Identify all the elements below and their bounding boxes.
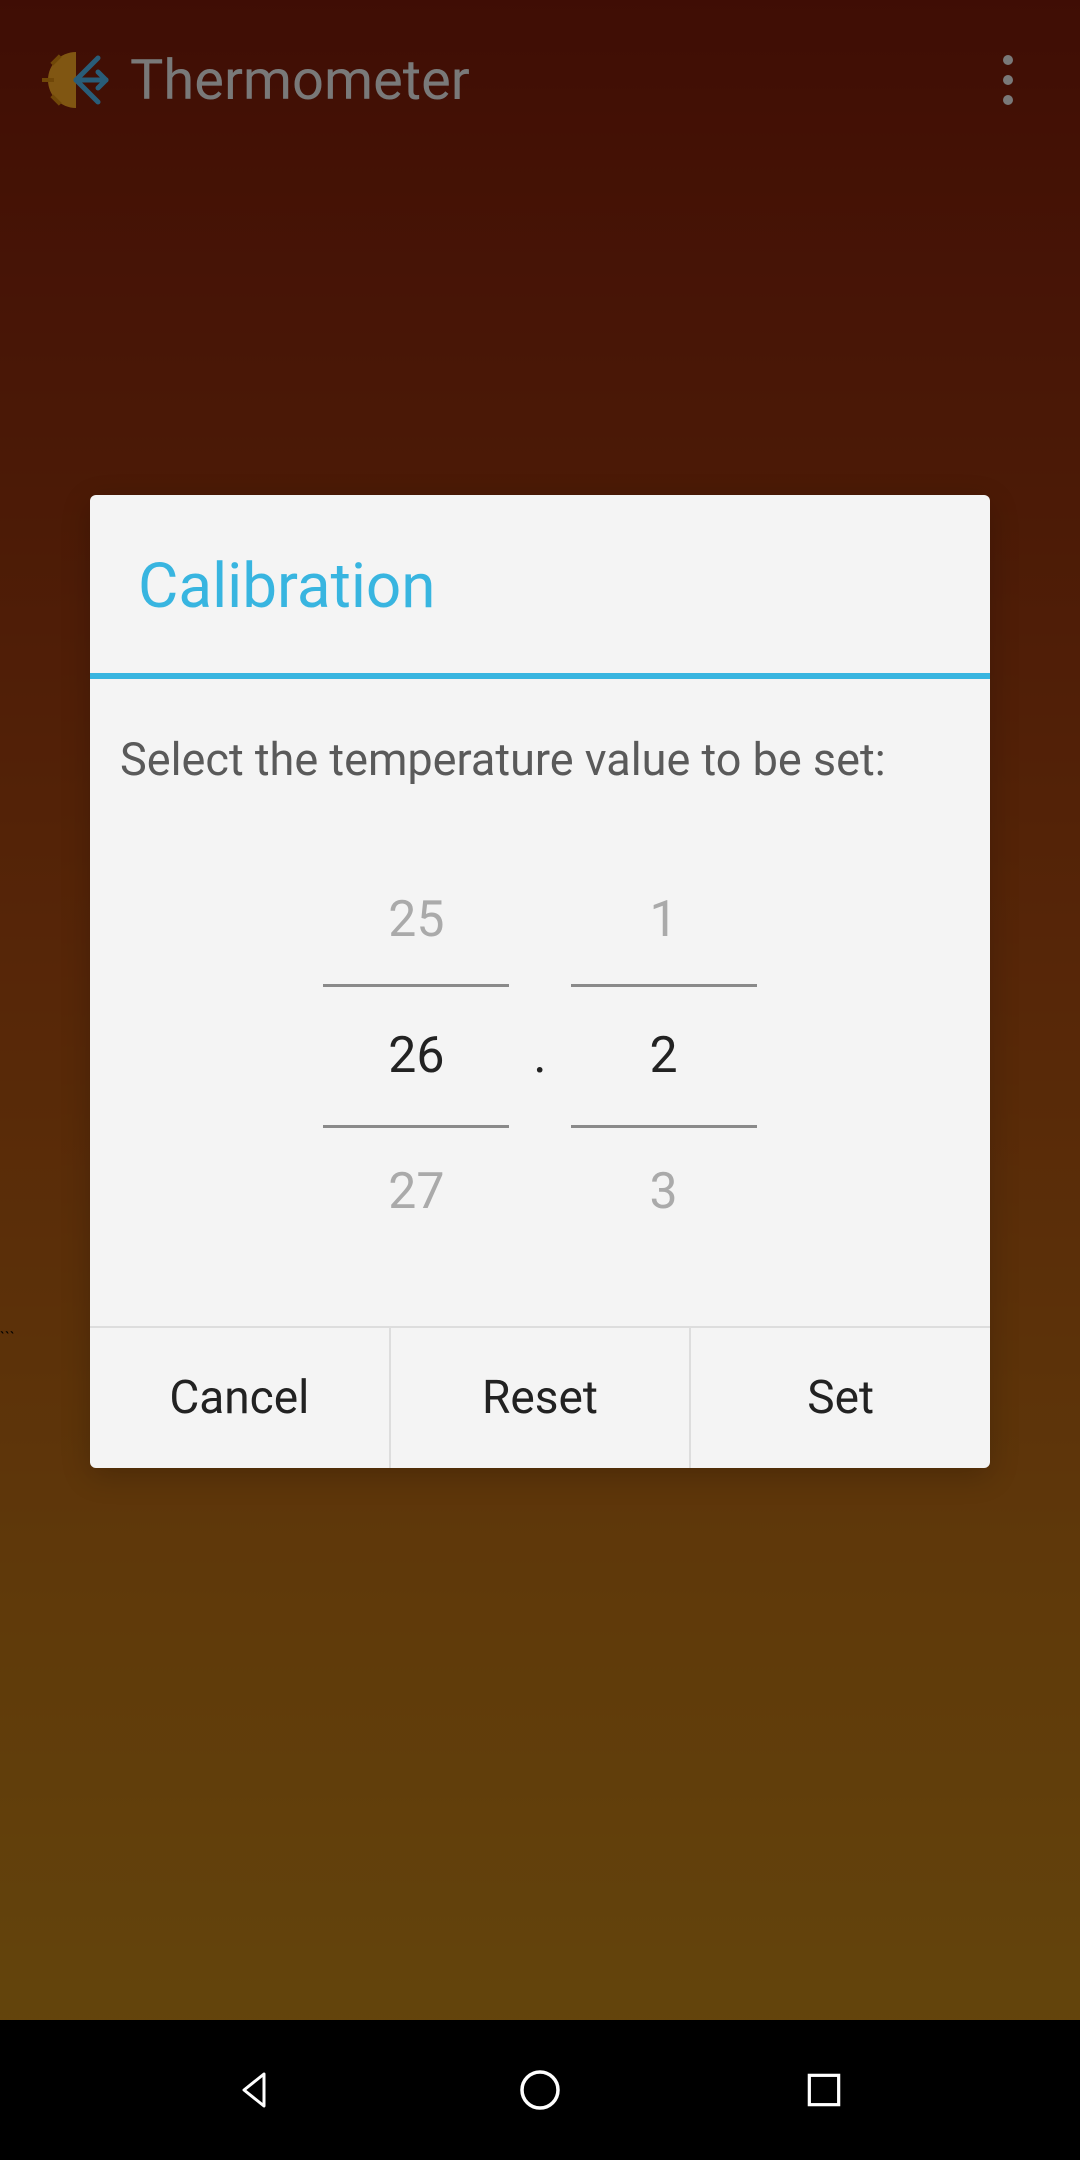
picker-next-value: 27 — [323, 1128, 509, 1256]
decimal-separator: . — [533, 1027, 546, 1085]
picker-next-value: 3 — [571, 1128, 757, 1256]
set-button[interactable]: Set — [691, 1328, 990, 1468]
picker-prev-value: 25 — [323, 856, 509, 984]
integer-picker[interactable]: 25 26 27 — [323, 856, 509, 1256]
home-button[interactable] — [512, 2062, 568, 2118]
calibration-dialog: Calibration Select the temperature value… — [90, 495, 990, 1468]
system-navbar — [0, 2020, 1080, 2160]
decimal-picker[interactable]: 1 2 3 — [571, 856, 757, 1256]
picker-selected-value: 26 — [323, 984, 509, 1128]
recents-button[interactable] — [796, 2062, 852, 2118]
reset-button[interactable]: Reset — [391, 1328, 692, 1468]
dialog-title: Calibration — [138, 550, 942, 623]
back-button[interactable] — [228, 2062, 284, 2118]
cancel-button[interactable]: Cancel — [90, 1328, 391, 1468]
picker-prev-value: 1 — [571, 856, 757, 984]
dialog-subtitle: Select the temperature value to be set: — [120, 733, 960, 786]
picker-selected-value: 2 — [571, 984, 757, 1128]
